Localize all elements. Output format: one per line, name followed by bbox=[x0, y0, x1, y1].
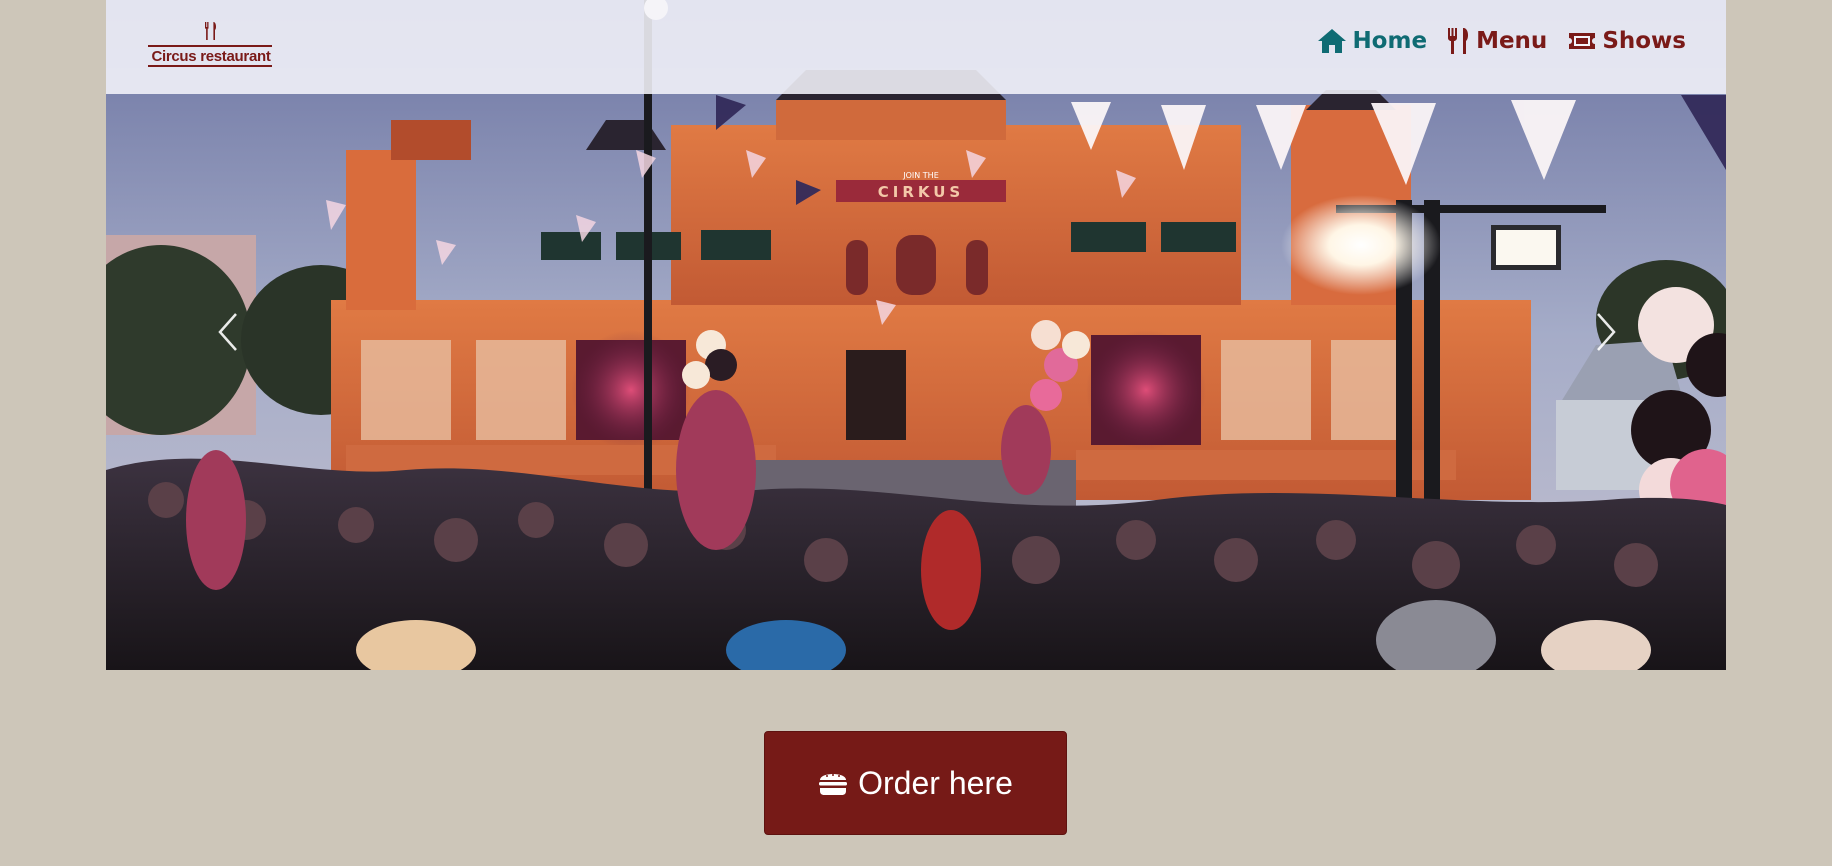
hero-carousel: CIRKUS JOIN THE bbox=[106, 0, 1726, 670]
chevron-left-icon bbox=[218, 313, 237, 351]
logo-rule-top bbox=[148, 45, 272, 47]
brand-name: Circus restaurant bbox=[151, 48, 271, 65]
order-here-button[interactable]: Order here bbox=[764, 731, 1067, 835]
svg-text:JOIN THE: JOIN THE bbox=[902, 171, 939, 180]
order-here-label: Order here bbox=[858, 764, 1013, 801]
navbar: Circus restaurant Home Menu Shows bbox=[106, 0, 1726, 94]
hero-image: CIRKUS JOIN THE bbox=[106, 0, 1726, 670]
fork-knife-icon bbox=[205, 22, 217, 40]
nav-menu: Home Menu Shows bbox=[1317, 28, 1686, 54]
nav-shows-label: Shows bbox=[1602, 28, 1686, 54]
svg-text:CIRKUS: CIRKUS bbox=[878, 183, 964, 201]
home-icon bbox=[1318, 29, 1347, 53]
nav-home[interactable]: Home bbox=[1317, 28, 1427, 54]
logo-rule-bottom bbox=[148, 65, 272, 67]
burger-icon bbox=[819, 774, 848, 795]
nav-home-label: Home bbox=[1352, 28, 1428, 54]
page: CIRKUS JOIN THE Circus restaurant Home M… bbox=[0, 0, 1832, 866]
brand-logo[interactable]: Circus restaurant bbox=[148, 22, 274, 68]
carousel-next-button[interactable] bbox=[1584, 310, 1624, 354]
chevron-right-icon bbox=[1597, 313, 1616, 351]
nav-menu-link[interactable]: Menu bbox=[1447, 28, 1547, 54]
nav-shows[interactable]: Shows bbox=[1567, 28, 1686, 54]
nav-menu-label: Menu bbox=[1476, 28, 1548, 54]
carousel-prev-button[interactable] bbox=[210, 310, 250, 354]
utensils-icon bbox=[1448, 28, 1469, 54]
ticket-icon bbox=[1569, 33, 1596, 49]
